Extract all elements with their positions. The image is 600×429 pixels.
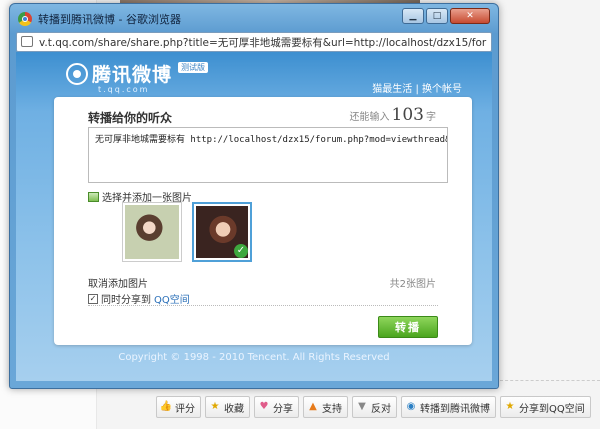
oppose-button[interactable]: ▼ 反对 bbox=[352, 396, 397, 418]
down-arrow-icon: ▼ bbox=[358, 401, 366, 412]
qzone-icon: ★ bbox=[505, 401, 515, 412]
brand-name: 腾讯微博 bbox=[92, 64, 173, 86]
qzone-share-option[interactable]: ✓ 同时分享到 QQ空间 bbox=[88, 291, 190, 306]
image-count: 共2张图片 bbox=[389, 279, 436, 290]
check-icon: ✓ bbox=[234, 244, 248, 258]
switch-account-link[interactable]: 换个帐号 bbox=[422, 84, 462, 95]
repost-submit-button[interactable]: 转播 bbox=[378, 316, 438, 338]
weibo-logo-icon bbox=[66, 62, 88, 85]
window-titlebar[interactable]: 转播到腾讯微博 - 谷歌浏览器 ▁ □ ✕ bbox=[10, 4, 498, 32]
rate-button[interactable]: 👍 评分 bbox=[156, 396, 201, 418]
counter-prefix: 还能输入 bbox=[349, 112, 390, 123]
qzone-checkbox[interactable]: ✓ bbox=[88, 293, 98, 304]
thumb-icon: 👍 bbox=[159, 401, 173, 412]
share-panel: 转播给你的听众 还能输入 103 字 无可厚非地城需要标有 http://loc… bbox=[54, 97, 472, 345]
up-arrow-icon: ▲ bbox=[309, 401, 317, 412]
share-to-weibo-button[interactable]: ◉ 转播到腾讯微博 bbox=[401, 396, 496, 418]
share-to-qzone-label: 分享到QQ空间 bbox=[519, 403, 585, 415]
account-separator: | bbox=[412, 84, 422, 95]
support-button[interactable]: ▲ 支持 bbox=[303, 396, 348, 418]
favorite-button[interactable]: ★ 收藏 bbox=[205, 396, 250, 418]
account-links: 猫最生活 | 换个帐号 bbox=[372, 80, 462, 95]
page-icon bbox=[21, 36, 33, 47]
close-button[interactable]: ✕ bbox=[450, 8, 490, 24]
favorite-label: 收藏 bbox=[224, 403, 244, 415]
share-label: 分享 bbox=[273, 403, 293, 415]
minimize-button[interactable]: ▁ bbox=[402, 8, 424, 24]
oppose-label: 反对 bbox=[371, 403, 391, 415]
qzone-link[interactable]: QQ空间 bbox=[154, 291, 190, 306]
thumbnail-photo bbox=[125, 205, 179, 259]
weibo-logo[interactable]: 腾讯微博 测试版 bbox=[66, 60, 209, 87]
qzone-share-prefix: 同时分享到 bbox=[101, 295, 151, 306]
chrome-icon bbox=[18, 12, 32, 26]
share-button[interactable]: ♥ 分享 bbox=[254, 396, 299, 418]
account-user-link[interactable]: 猫最生活 bbox=[372, 84, 412, 95]
post-share-toolbar: 👍 评分 ★ 收藏 ♥ 分享 ▲ 支持 ▼ 反对 ◉ 转播到腾讯微博 ★ 分享到QQ空间 bbox=[156, 396, 591, 418]
counter-suffix: 字 bbox=[426, 112, 436, 123]
panel-divider bbox=[88, 305, 438, 306]
rate-label: 评分 bbox=[175, 403, 195, 415]
browser-popup-window: 转播到腾讯微博 - 谷歌浏览器 ▁ □ ✕ v.t.qq.com/share/s… bbox=[9, 3, 499, 389]
cancel-image-link[interactable]: 取消添加图片 bbox=[88, 275, 148, 290]
copyright-text: Copyright © 1998 - 2010 Tencent. All Rig… bbox=[118, 352, 390, 363]
char-counter: 还能输入 103 字 bbox=[350, 105, 436, 125]
address-bar[interactable]: v.t.qq.com/share/share.php?title=无可厚非地城需… bbox=[16, 32, 492, 52]
background-divider bbox=[500, 380, 600, 382]
weibo-icon: ◉ bbox=[406, 401, 416, 412]
heart-icon: ♥ bbox=[259, 401, 269, 412]
image-thumbnail-1[interactable] bbox=[122, 202, 182, 262]
share-to-weibo-label: 转播到腾讯微博 bbox=[420, 403, 490, 415]
support-label: 支持 bbox=[322, 403, 342, 415]
window-title: 转播到腾讯微博 - 谷歌浏览器 bbox=[38, 13, 181, 26]
star-icon: ★ bbox=[210, 401, 220, 412]
counter-number: 103 bbox=[391, 105, 424, 125]
brand-domain: t.qq.com bbox=[98, 85, 150, 94]
beta-badge: 测试版 bbox=[178, 62, 209, 73]
weibo-share-page: 腾讯微博 测试版 t.qq.com 猫最生活 | 换个帐号 转播给你的听众 还能… bbox=[16, 52, 492, 381]
address-url[interactable]: v.t.qq.com/share/share.php?title=无可厚非地城需… bbox=[39, 35, 487, 50]
image-icon bbox=[88, 191, 99, 202]
window-controls: ▁ □ ✕ bbox=[402, 8, 490, 24]
panel-title: 转播给你的听众 bbox=[88, 111, 173, 125]
message-textarea[interactable]: 无可厚非地城需要标有 http://localhost/dzx15/forum.… bbox=[88, 127, 448, 183]
image-thumbnails: ✓ bbox=[122, 202, 252, 262]
image-thumbnail-2[interactable]: ✓ bbox=[192, 202, 252, 262]
share-to-qzone-button[interactable]: ★ 分享到QQ空间 bbox=[500, 396, 591, 418]
maximize-button[interactable]: □ bbox=[426, 8, 448, 24]
